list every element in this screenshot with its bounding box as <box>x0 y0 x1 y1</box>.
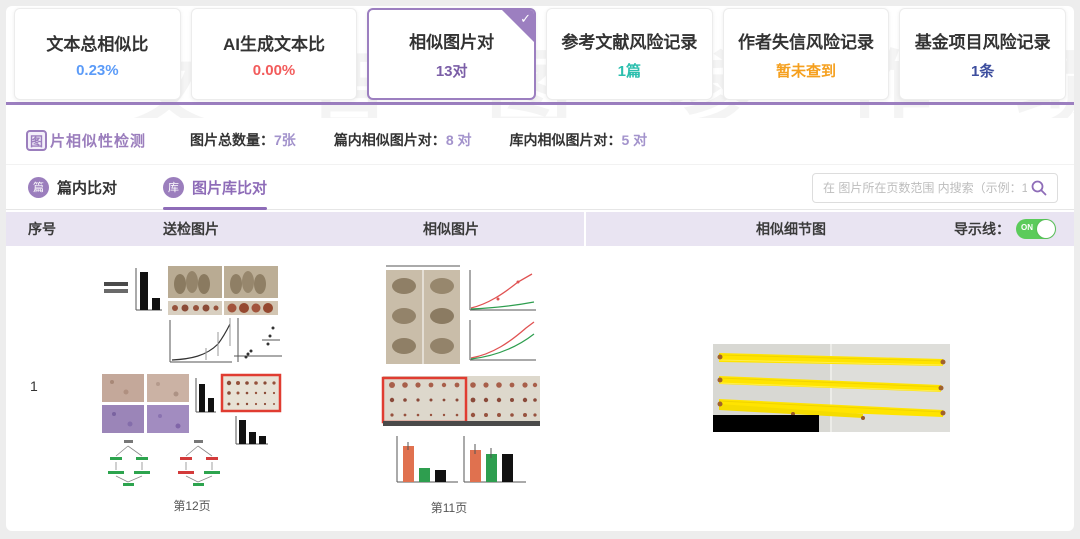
tab-fund-project-risk[interactable]: 基金项目风险记录 1条 <box>899 8 1066 100</box>
col-header-similar: 相似图片 <box>386 212 516 246</box>
stat-total-images: 图片总数量：7张 <box>190 130 296 150</box>
guide-line-label: 导示线： <box>954 212 1010 246</box>
subtab-label: 图片库比对 <box>192 177 267 198</box>
page-background: 文 智 图 参 作 项 文本总相似比 0.23% AI生成文本比 0.00% 相… <box>0 0 1080 539</box>
col-header-source: 送检图片 <box>126 212 256 246</box>
section-title: 图 片相似性检测 <box>26 130 146 151</box>
subtab-in-document-compare[interactable]: 篇 篇内比对 <box>28 165 117 209</box>
tab-author-dishonesty-risk[interactable]: 作者失信风险记录 暂未查到 <box>723 8 890 100</box>
stat-value: 8 对 <box>446 132 472 148</box>
similar-image-cell: 第11页 <box>358 258 540 516</box>
image-section-icon: 图 <box>26 130 47 151</box>
search-icon[interactable] <box>1027 176 1051 200</box>
toggle-knob <box>1037 220 1055 238</box>
tab-label: 基金项目风险记录 <box>915 28 1051 53</box>
stat-label: 图片总数量： <box>190 132 274 148</box>
library-icon: 库 <box>163 177 184 198</box>
tab-text-similarity[interactable]: 文本总相似比 0.23% <box>14 8 181 100</box>
active-tab-underline <box>6 102 1074 105</box>
row-index: 1 <box>30 378 38 394</box>
results-table-header: 序号 送检图片 相似图片 相似细节图 导示线： ON <box>6 212 1074 246</box>
tab-label: 参考文献风险记录 <box>561 28 697 53</box>
tab-reference-risk[interactable]: 参考文献风险记录 1篇 <box>546 8 713 100</box>
tab-value: 1篇 <box>618 60 641 81</box>
report-card: 文 智 图 参 作 项 文本总相似比 0.23% AI生成文本比 0.00% 相… <box>6 6 1074 531</box>
source-page-caption: 第12页 <box>86 497 298 514</box>
source-figure-thumbnail[interactable] <box>86 256 298 488</box>
col-header-index: 序号 <box>28 212 56 246</box>
stat-label: 库内相似图片对： <box>510 132 622 148</box>
source-image-cell: 第12页 <box>86 256 298 514</box>
tab-value: 13对 <box>436 60 468 81</box>
in-document-icon: 篇 <box>28 177 49 198</box>
tab-value: 0.23% <box>76 62 119 79</box>
page-range-search <box>812 173 1058 203</box>
stat-value: 5 对 <box>622 132 648 148</box>
image-similarity-stats: 图 片相似性检测 图片总数量：7张 篇内相似图片对：8 对 库内相似图片对：5 … <box>6 118 1074 162</box>
stat-in-document-pairs: 篇内相似图片对：8 对 <box>334 130 472 150</box>
similar-page-caption: 第11页 <box>358 499 540 516</box>
guide-line-toggle[interactable]: ON <box>1016 219 1056 239</box>
search-input[interactable] <box>823 181 1027 195</box>
tab-label: 文本总相似比 <box>46 30 148 55</box>
tab-ai-generated-text[interactable]: AI生成文本比 0.00% <box>191 8 358 100</box>
subtab-label: 篇内比对 <box>57 177 117 198</box>
metric-tabs: 文本总相似比 0.23% AI生成文本比 0.00% 相似图片对 13对 ✓ 参… <box>14 8 1066 100</box>
stat-library-pairs: 库内相似图片对：5 对 <box>510 130 648 150</box>
tab-similar-image-pairs[interactable]: 相似图片对 13对 ✓ <box>367 8 536 100</box>
section-title-text: 片相似性检测 <box>50 130 146 151</box>
check-icon: ✓ <box>520 11 531 27</box>
tab-label: 作者失信风险记录 <box>738 28 874 53</box>
stat-value: 7张 <box>274 132 296 148</box>
header-divider <box>584 212 586 246</box>
match-lines-image[interactable] <box>713 344 950 432</box>
similarity-detail-cell <box>713 344 950 437</box>
stat-label: 篇内相似图片对： <box>334 132 446 148</box>
toggle-on-text: ON <box>1021 223 1033 232</box>
tab-label: AI生成文本比 <box>223 30 325 55</box>
similar-figure-thumbnail[interactable] <box>358 258 540 490</box>
tab-value: 0.00% <box>253 62 296 79</box>
tab-value: 1条 <box>971 60 994 81</box>
subtab-library-compare[interactable]: 库 图片库比对 <box>163 165 267 209</box>
col-header-detail: 相似细节图 <box>706 212 876 246</box>
comparison-mode-bar: 篇 篇内比对 库 图片库比对 <box>6 164 1074 210</box>
tab-label: 相似图片对 <box>409 28 494 53</box>
tab-value: 暂未查到 <box>776 60 836 81</box>
